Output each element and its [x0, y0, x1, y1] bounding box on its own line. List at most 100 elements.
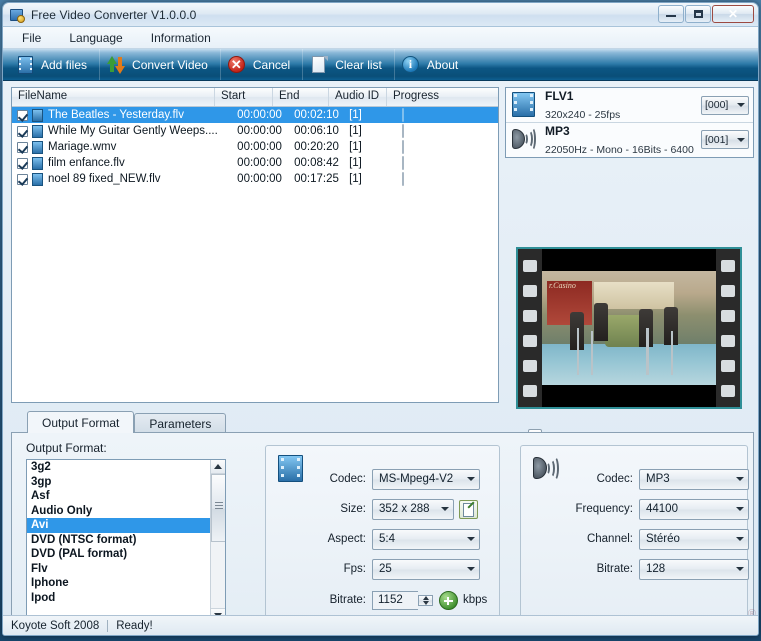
tab-parameters[interactable]: Parameters: [134, 413, 227, 433]
table-row[interactable]: noel 89 fixed_NEW.flv 00:00:00 00:17:25 …: [12, 171, 498, 187]
row-checkbox[interactable]: [17, 125, 28, 137]
cell-end: 00:06:10: [294, 125, 339, 137]
close-button[interactable]: ✕: [712, 5, 754, 23]
menu-item-language[interactable]: Language: [66, 30, 125, 46]
preview-frame: r.Casino: [542, 249, 716, 407]
film-icon: [276, 454, 306, 484]
audio-codec-select[interactable]: MP3: [639, 468, 749, 490]
column-header-end[interactable]: End: [273, 88, 329, 106]
video-codec-details: 320x240 - 25fps: [545, 109, 621, 121]
table-row[interactable]: While My Guitar Gently Weeps.... 00:00:0…: [12, 123, 498, 139]
progress-bar: [402, 140, 405, 154]
row-checkbox[interactable]: [17, 141, 28, 153]
cell-start: 00:00:00: [237, 109, 282, 121]
audio-frequency-select[interactable]: 44100: [639, 498, 749, 520]
convert-arrows-icon: [106, 55, 126, 75]
cell-filename: Mariage.wmv: [48, 141, 117, 153]
list-item[interactable]: Ipod: [27, 591, 225, 606]
video-fps-select[interactable]: 25: [372, 558, 480, 580]
audio-channel-value: Stéréo: [646, 533, 680, 545]
column-header-audio-id[interactable]: Audio ID: [329, 88, 387, 106]
cancel-circle-icon: ✕: [227, 55, 247, 75]
column-header-progress[interactable]: Progress: [387, 88, 490, 106]
scrollbar-thumb[interactable]: [211, 474, 225, 542]
column-header-filename[interactable]: FileName: [12, 88, 215, 106]
status-bar: Koyote Soft 2008 Ready!: [3, 615, 758, 635]
menu-item-information[interactable]: Information: [148, 30, 214, 46]
add-files-button[interactable]: Add files: [9, 49, 101, 80]
row-checkbox[interactable]: [17, 157, 28, 169]
audio-track-select[interactable]: [001]: [701, 130, 749, 149]
list-item-selected[interactable]: Avi: [27, 518, 225, 533]
convert-video-label: Convert Video: [132, 57, 208, 72]
column-header-start[interactable]: Start: [215, 88, 273, 106]
cancel-button[interactable]: ✕ Cancel: [221, 49, 304, 80]
minimize-button[interactable]: [658, 5, 684, 23]
video-codec-value: MS-Mpeg4-V2: [379, 473, 454, 485]
video-aspect-select[interactable]: 5:4: [372, 528, 480, 550]
menu-bar: File Language Information: [3, 27, 758, 49]
list-item[interactable]: 3g2: [27, 460, 225, 475]
video-aspect-label: Aspect:: [327, 533, 366, 545]
table-row[interactable]: film enfance.flv 00:00:00 00:08:42 [1]: [12, 155, 498, 171]
add-files-label: Add files: [41, 57, 88, 72]
video-size-select[interactable]: 352 x 288: [372, 498, 454, 520]
file-list[interactable]: FileName Start End Audio ID Progress The…: [11, 87, 499, 403]
video-fps-label: Fps:: [343, 563, 366, 575]
row-checkbox[interactable]: [17, 173, 28, 185]
chevron-down-icon: [736, 477, 744, 481]
row-checkbox[interactable]: [17, 109, 28, 121]
chevron-down-icon: [467, 537, 475, 541]
tab-output-format[interactable]: Output Format: [27, 411, 135, 433]
plus-circle-icon[interactable]: [439, 590, 458, 610]
table-row[interactable]: Mariage.wmv 00:00:00 00:20:20 [1]: [12, 139, 498, 155]
chevron-down-icon: [736, 567, 744, 571]
audio-bitrate-select[interactable]: 128: [639, 558, 749, 580]
cell-audio-id: [1]: [349, 173, 362, 185]
video-preview[interactable]: r.Casino: [516, 247, 742, 409]
clear-list-button[interactable]: Clear list: [303, 49, 395, 80]
convert-video-button[interactable]: Convert Video: [100, 49, 221, 80]
title-bar: Free Video Converter V1.0.0.0 ✕: [3, 3, 758, 27]
chevron-down-icon: [467, 567, 475, 571]
audio-codec-name: MP3: [545, 123, 570, 138]
chevron-down-icon: [736, 537, 744, 541]
speaker-icon: [510, 126, 538, 154]
chevron-down-icon: [467, 477, 475, 481]
video-bitrate-label: Bitrate:: [329, 594, 366, 606]
video-bitrate-input[interactable]: 1152: [372, 590, 418, 610]
chevron-down-icon: [737, 103, 745, 107]
table-row[interactable]: The Beatles - Yesterday.flv 00:00:00 00:…: [12, 107, 498, 123]
list-item[interactable]: Asf: [27, 489, 225, 504]
cell-end: 00:20:20: [294, 141, 339, 153]
menu-item-file[interactable]: File: [19, 30, 44, 46]
cell-end: 00:17:25: [294, 173, 339, 185]
cell-progress: [400, 156, 498, 170]
client-area: FileName Start End Audio ID Progress The…: [3, 81, 758, 635]
list-item[interactable]: Audio Only: [27, 504, 225, 519]
maximize-button[interactable]: [685, 5, 711, 23]
video-track-select[interactable]: [000]: [701, 95, 749, 115]
video-codec-select[interactable]: MS-Mpeg4-V2: [372, 468, 480, 490]
cell-audio-id: [1]: [349, 125, 362, 137]
film-perforations-right: [716, 249, 740, 407]
cell-start: 00:00:00: [237, 125, 282, 137]
output-format-listbox[interactable]: 3g2 3gp Asf Audio Only Avi DVD (NTSC for…: [26, 459, 226, 623]
list-item[interactable]: DVD (PAL format): [27, 547, 225, 562]
audio-channel-select[interactable]: Stéréo: [639, 528, 749, 550]
list-item[interactable]: DVD (NTSC format): [27, 533, 225, 548]
cell-start: 00:00:00: [237, 157, 282, 169]
output-format-scrollbar[interactable]: [210, 460, 225, 622]
about-button[interactable]: i About: [395, 49, 470, 80]
audio-bitrate-label: Bitrate:: [596, 563, 633, 575]
list-item[interactable]: Iphone: [27, 576, 225, 591]
list-item[interactable]: Flv: [27, 562, 225, 577]
audio-codec-value: MP3: [646, 473, 670, 485]
video-bitrate-spin-buttons[interactable]: [418, 594, 433, 606]
video-codec-label: Codec:: [329, 473, 366, 485]
edit-page-icon[interactable]: [459, 499, 478, 519]
scroll-up-icon[interactable]: [210, 460, 225, 474]
film-perforations-left: [518, 249, 542, 407]
list-item[interactable]: 3gp: [27, 475, 225, 490]
file-list-header: FileName Start End Audio ID Progress: [12, 88, 498, 107]
